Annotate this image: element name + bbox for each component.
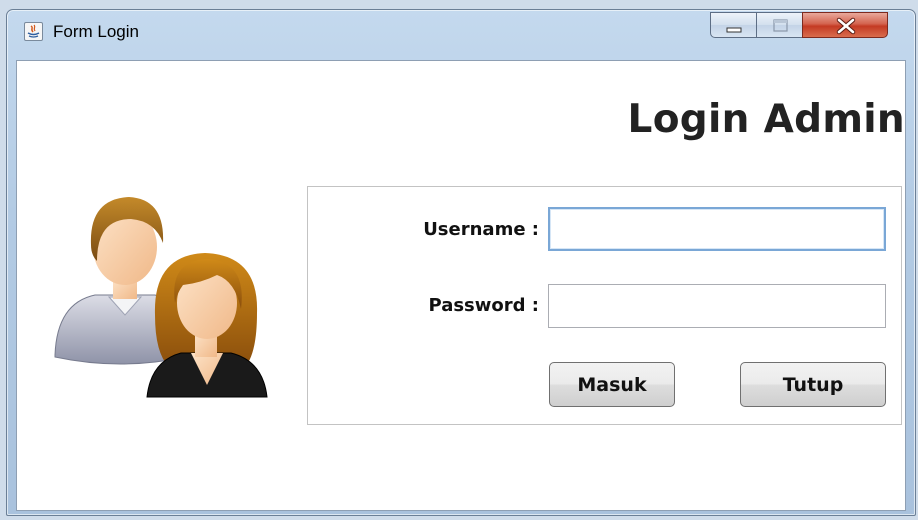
- password-label: Password :: [428, 295, 539, 316]
- minimize-button[interactable]: [710, 12, 757, 38]
- close-icon: [836, 17, 856, 35]
- minimize-icon: [726, 27, 742, 33]
- maximize-icon: [773, 19, 788, 32]
- title-bar[interactable]: Form Login: [7, 10, 915, 60]
- form-content: Login Admin Username: Password: Masuk …: [16, 60, 906, 511]
- login-form-panel: Username : Password : Masuk Tutup: [307, 186, 902, 425]
- login-window: Form Login Login Admin Username: Passwo…: [6, 9, 916, 516]
- page-title: Login Admin: [627, 97, 905, 142]
- users-icon: [51, 185, 291, 404]
- maximize-button[interactable]: [756, 12, 803, 38]
- close-button[interactable]: [802, 12, 888, 38]
- window-title: Form Login: [53, 22, 139, 41]
- tutup-button[interactable]: Tutup: [740, 362, 886, 407]
- masuk-button[interactable]: Masuk: [549, 362, 675, 407]
- password-field[interactable]: [548, 284, 886, 328]
- java-app-icon: [24, 22, 43, 41]
- username-field[interactable]: [548, 207, 886, 251]
- username-label: Username :: [423, 219, 539, 240]
